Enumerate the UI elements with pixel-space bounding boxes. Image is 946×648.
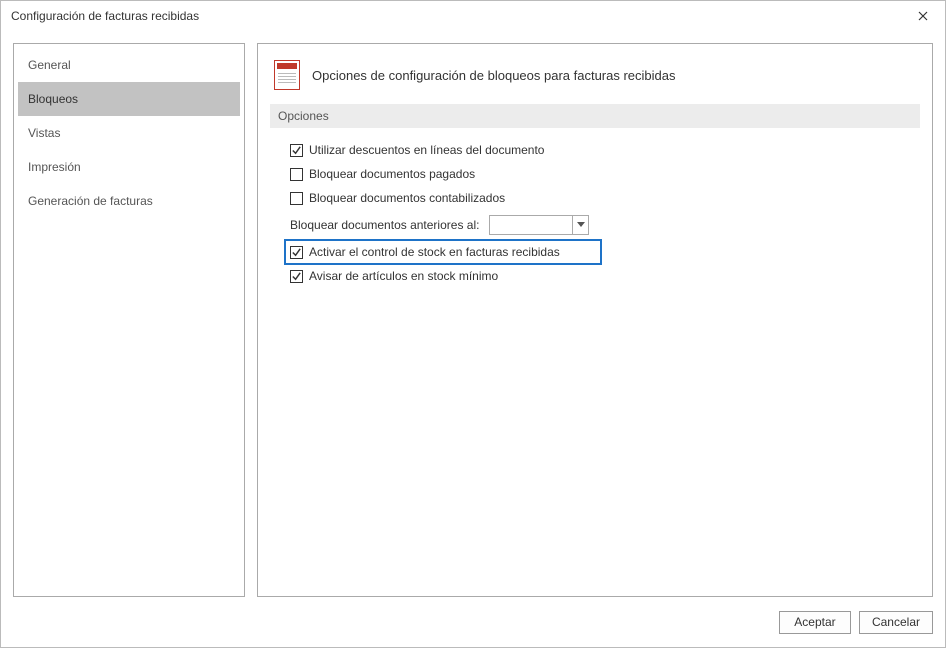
label-lock-before: Bloquear documentos anteriores al:: [290, 218, 479, 232]
date-dropdown-button[interactable]: [572, 216, 588, 234]
option-min-stock-warn: Avisar de artículos en stock mínimo: [290, 264, 912, 288]
label-stock-control: Activar el control de stock en facturas …: [309, 245, 560, 259]
nav-item-general[interactable]: General: [18, 48, 240, 82]
titlebar: Configuración de facturas recibidas: [1, 1, 945, 31]
label-use-discounts: Utilizar descuentos en líneas del docume…: [309, 143, 544, 157]
document-icon: [274, 60, 300, 90]
check-icon: [291, 145, 302, 156]
date-value: [490, 216, 572, 234]
checkbox-use-discounts[interactable]: [290, 144, 303, 157]
option-lock-paid: Bloquear documentos pagados: [290, 162, 912, 186]
date-picker-lock-before[interactable]: [489, 215, 589, 235]
option-stock-control: Activar el control de stock en facturas …: [290, 240, 912, 264]
checkbox-lock-paid[interactable]: [290, 168, 303, 181]
nav-item-vistas[interactable]: Vistas: [18, 116, 240, 150]
label-min-stock-warn: Avisar de artículos en stock mínimo: [309, 269, 498, 283]
nav-item-bloqueos[interactable]: Bloqueos: [18, 82, 240, 116]
nav-item-generacion-facturas[interactable]: Generación de facturas: [18, 184, 240, 218]
check-icon: [291, 247, 302, 258]
dialog-body: General Bloqueos Vistas Impresión Genera…: [1, 31, 945, 603]
checkbox-min-stock-warn[interactable]: [290, 270, 303, 283]
check-icon: [291, 271, 302, 282]
close-button[interactable]: [901, 1, 945, 31]
panel-header: Opciones de configuración de bloqueos pa…: [270, 54, 920, 104]
cancel-button[interactable]: Cancelar: [859, 611, 933, 634]
dialog-footer: Aceptar Cancelar: [1, 603, 945, 647]
close-icon: [918, 11, 928, 21]
chevron-down-icon: [577, 222, 585, 228]
checkbox-lock-posted[interactable]: [290, 192, 303, 205]
label-lock-posted: Bloquear documentos contabilizados: [309, 191, 505, 205]
options-group: Utilizar descuentos en líneas del docume…: [270, 128, 920, 288]
nav-item-impresion[interactable]: Impresión: [18, 150, 240, 184]
option-lock-posted: Bloquear documentos contabilizados: [290, 186, 912, 210]
settings-panel: Opciones de configuración de bloqueos pa…: [257, 43, 933, 597]
panel-title: Opciones de configuración de bloqueos pa…: [312, 68, 676, 83]
section-header-opciones: Opciones: [270, 104, 920, 128]
highlight-stock-control: Activar el control de stock en facturas …: [284, 239, 602, 265]
checkbox-stock-control[interactable]: [290, 246, 303, 259]
window-title: Configuración de facturas recibidas: [11, 9, 901, 23]
accept-button[interactable]: Aceptar: [779, 611, 851, 634]
label-lock-paid: Bloquear documentos pagados: [309, 167, 475, 181]
option-lock-before-date: Bloquear documentos anteriores al:: [290, 212, 912, 238]
option-use-discounts: Utilizar descuentos en líneas del docume…: [290, 138, 912, 162]
nav-sidebar: General Bloqueos Vistas Impresión Genera…: [13, 43, 245, 597]
